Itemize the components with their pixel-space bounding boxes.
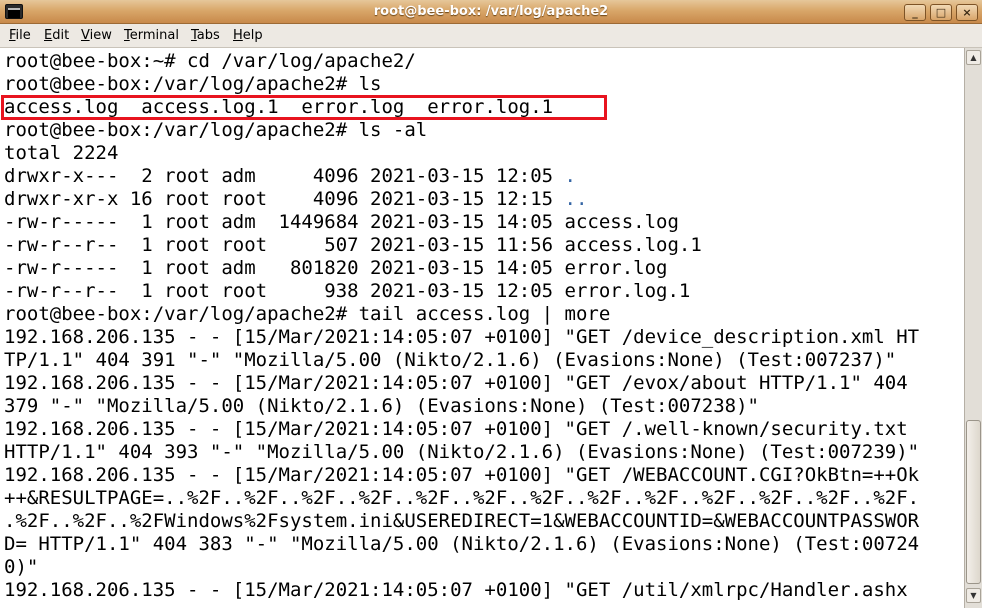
terminal-line: -rw-r----- 1 root adm 801820 2021-03-15 … — [4, 257, 668, 279]
terminal-line: drwxr-xr-x 16 root root 4096 2021-03-15 … — [4, 188, 587, 211]
menu-bar: File Edit View Terminal Tabs Help — [0, 24, 982, 48]
terminal-line: root@bee-box:/var/log/apache2# ls — [4, 73, 382, 95]
terminal-line: -rw-r--r-- 1 root root 938 2021-03-15 12… — [4, 280, 691, 302]
line-text: drwxr-x--- 2 root adm 4096 2021-03-15 12… — [4, 165, 565, 187]
scroll-up-arrow-icon[interactable]: ▲ — [966, 50, 981, 65]
maximize-button[interactable]: □ — [930, 4, 952, 21]
terminal-line: 192.168.206.135 - - [15/Mar/2021:14:05:0… — [4, 579, 908, 601]
vertical-scrollbar[interactable]: ▲ ▼ — [964, 48, 982, 608]
terminal-line: 192.168.206.135 - - [15/Mar/2021:14:05:0… — [4, 326, 920, 348]
menu-file[interactable]: File — [9, 28, 31, 43]
terminal-line: total 2224 — [4, 142, 119, 164]
line-text: drwxr-xr-x 16 root root 4096 2021-03-15 … — [4, 188, 565, 210]
terminal-line: root@bee-box:~# cd /var/log/apache2/ — [4, 50, 416, 72]
menu-tabs[interactable]: Tabs — [191, 28, 220, 43]
terminal-line: TP/1.1" 404 391 "-" "Mozilla/5.00 (Nikto… — [4, 349, 897, 371]
menu-terminal[interactable]: Terminal — [124, 28, 179, 43]
terminal-line: D= HTTP/1.1" 404 383 "-" "Mozilla/5.00 (… — [4, 533, 920, 555]
terminal-output[interactable]: root@bee-box:~# cd /var/log/apache2/ roo… — [0, 48, 964, 608]
terminal-line: root@bee-box:/var/log/apache2# tail acce… — [4, 303, 611, 325]
terminal-line: -rw-r--r-- 1 root root 507 2021-03-15 11… — [4, 234, 702, 256]
highlight-box — [1, 95, 607, 120]
terminal-line: 192.168.206.135 - - [15/Mar/2021:14:05:0… — [4, 464, 920, 486]
minimize-button[interactable]: _ — [904, 4, 926, 21]
menu-view[interactable]: View — [81, 28, 112, 43]
terminal-line: 192.168.206.135 - - [15/Mar/2021:14:05:0… — [4, 372, 908, 394]
terminal-line: -rw-r----- 1 root adm 1449684 2021-03-15… — [4, 211, 679, 233]
parent-dir-entry: .. — [564, 188, 588, 210]
current-dir-entry: . — [564, 165, 576, 187]
terminal-line: 192.168.206.135 - - [15/Mar/2021:14:05:0… — [4, 418, 908, 440]
terminal-line: 379 "-" "Mozilla/5.00 (Nikto/2.1.6) (Eva… — [4, 395, 759, 417]
menu-help[interactable]: Help — [233, 28, 263, 43]
window-title: root@bee-box: /var/log/apache2 — [373, 4, 609, 19]
terminal-line: HTTP/1.1" 404 393 "-" "Mozilla/5.00 (Nik… — [4, 441, 920, 463]
terminal-line: .%2F..%2F..%2FWindows%2Fsystem.ini&USERE… — [4, 510, 920, 532]
close-button[interactable]: × — [956, 4, 978, 21]
terminal-line: 0)" — [4, 556, 39, 578]
terminal-line: root@bee-box:/var/log/apache2# ls -al — [4, 119, 428, 141]
scrollbar-thumb[interactable] — [966, 420, 981, 584]
terminal-line: drwxr-x--- 2 root adm 4096 2021-03-15 12… — [4, 165, 576, 188]
window-titlebar[interactable]: root@bee-box: /var/log/apache2 _ □ × — [0, 0, 982, 24]
menu-edit[interactable]: Edit — [44, 28, 69, 43]
scroll-down-arrow-icon[interactable]: ▼ — [966, 588, 981, 603]
terminal-line: ++&RESULTPAGE=..%2F..%2F..%2F..%2F..%2F.… — [4, 487, 920, 509]
